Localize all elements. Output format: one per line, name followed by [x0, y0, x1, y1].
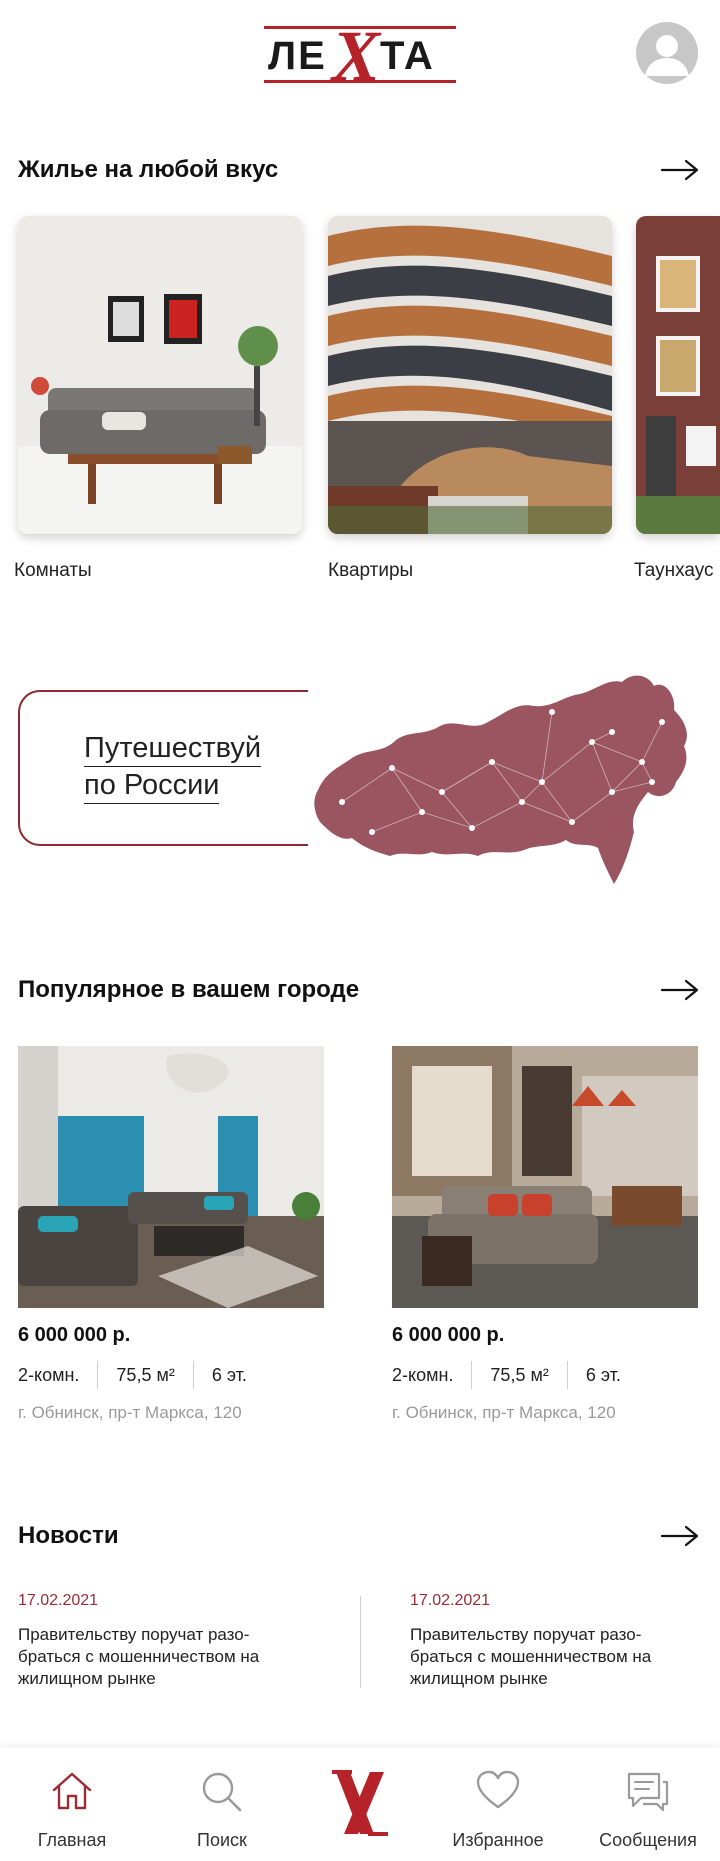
listing-photo: [18, 1046, 324, 1308]
app-header: ЛЕ Х ТА: [0, 0, 720, 110]
tab-messages[interactable]: Сообщения: [576, 1748, 720, 1861]
section-title-housing: Жилье на любой вкус: [18, 156, 279, 183]
news-item-2[interactable]: 17.02.2021 Правительству поручат разо- б…: [410, 1592, 710, 1690]
listing-address: г. Обнинск, пр-т Маркса, 120: [18, 1403, 242, 1422]
logo-left-letters: ЛЕ: [268, 34, 327, 78]
arrow-right-icon[interactable]: [660, 978, 700, 1002]
news-headline: Правительству поручат разо- браться с мо…: [18, 1625, 260, 1688]
tab-favorites-label: Избранное: [452, 1830, 544, 1850]
listing-price: 6 000 000 р.: [18, 1324, 131, 1346]
news-headline: Правительству поручат разо- браться с мо…: [410, 1625, 652, 1688]
listing-area: 75,5 м²: [471, 1361, 566, 1389]
heart-icon: [476, 1770, 520, 1809]
profile-avatar[interactable]: [636, 22, 698, 84]
app-logo[interactable]: ЛЕ Х ТА: [262, 20, 458, 92]
section-title-popular: Популярное в вашем городе: [18, 976, 360, 1003]
banner-line-1: Путешествуй: [84, 730, 262, 767]
search-icon: [202, 1772, 242, 1812]
tab-favorites[interactable]: Избранное: [426, 1748, 570, 1861]
listing-specs: 2-комн. 75,5 м² 6 эт.: [18, 1361, 324, 1389]
category-label-apartments: Квартиры: [328, 560, 414, 581]
section-title-news: Новости: [18, 1522, 119, 1549]
logo-right-letters: ТА: [380, 34, 435, 78]
tab-search[interactable]: Поиск: [150, 1748, 294, 1861]
category-card-apartments[interactable]: [328, 216, 612, 534]
apartment-building-photo: [328, 216, 612, 534]
user-icon: [645, 35, 689, 76]
tab-home-label: Главная: [37, 1830, 107, 1850]
arrow-right-icon[interactable]: [660, 1524, 700, 1548]
room-photo: [18, 216, 302, 534]
category-card-townhouse[interactable]: [636, 216, 720, 534]
listing-floor: 6 эт.: [192, 1361, 265, 1389]
listing-address: г. Обнинск, пр-т Маркса, 120: [392, 1403, 616, 1422]
messages-icon: [627, 1772, 669, 1812]
arrow-right-icon[interactable]: [660, 158, 700, 182]
news-date: 17.02.2021: [410, 1592, 491, 1609]
news-item-1[interactable]: 17.02.2021 Правительству поручат разо- б…: [18, 1592, 318, 1690]
logo-wordmark: ЛЕ Х ТА: [262, 20, 458, 92]
listing-area: 75,5 м²: [97, 1361, 192, 1389]
category-card-rooms[interactable]: [18, 216, 302, 534]
category-label-townhouse: Таунхаус: [634, 560, 714, 581]
travel-banner-text[interactable]: Путешествуй по России: [84, 730, 262, 804]
listing-floor: 6 эт.: [566, 1361, 639, 1389]
home-screen: ЛЕ Х ТА Жилье на любой вкус Комнаты Квар…: [0, 0, 720, 1861]
listing-card-2[interactable]: 6 000 000 р. 2-комн. 75,5 м² 6 эт. г. Об…: [392, 1046, 698, 1423]
category-label-rooms: Комнаты: [14, 560, 92, 581]
listing-price: 6 000 000 р.: [392, 1324, 505, 1346]
tab-search-label: Поиск: [197, 1830, 247, 1850]
tab-messages-label: Сообщения: [599, 1830, 697, 1850]
tab-lexta[interactable]: [288, 1748, 432, 1861]
townhouse-photo: [636, 216, 720, 534]
tab-home[interactable]: Главная: [0, 1748, 144, 1861]
logo-bottom-bar: [264, 80, 456, 83]
listing-card-1[interactable]: 6 000 000 р. 2-комн. 75,5 м² 6 эт. г. Об…: [18, 1046, 324, 1423]
russia-map-illustration: [314, 675, 687, 884]
lexta-logo-icon: [332, 1770, 388, 1836]
listing-photo: [392, 1046, 698, 1308]
listing-specs: 2-комн. 75,5 м² 6 эт.: [392, 1361, 698, 1389]
listing-rooms: 2-комн.: [18, 1365, 80, 1385]
news-date: 17.02.2021: [18, 1592, 99, 1609]
banner-line-2: по России: [84, 767, 220, 804]
home-icon: [52, 1772, 92, 1810]
listing-rooms: 2-комн.: [392, 1365, 454, 1385]
news-divider: [360, 1596, 361, 1688]
bottom-navigation: Главная Поиск Избранное Сообщения: [0, 1748, 720, 1861]
